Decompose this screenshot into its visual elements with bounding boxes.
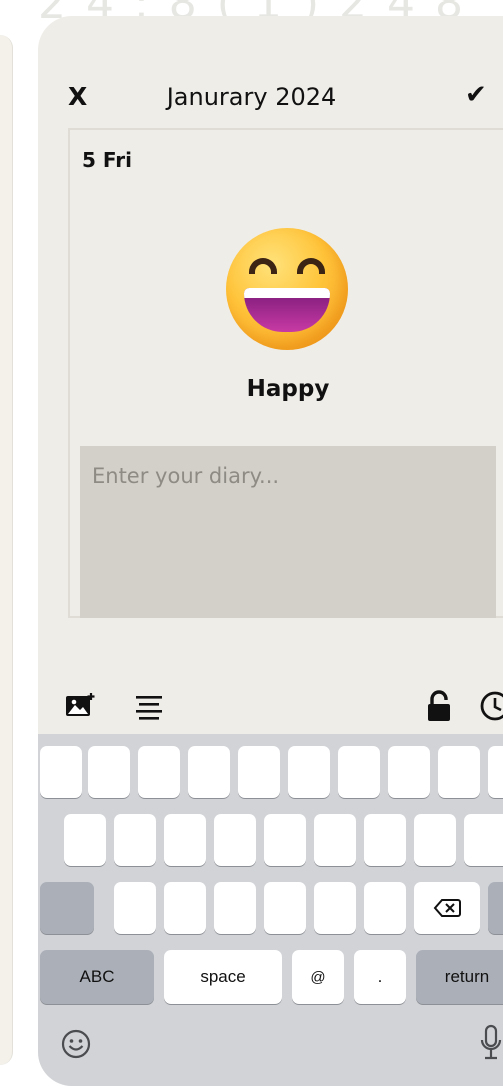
diary-editor-screen: X Janurary 2024 ✔ 5 Fri Happy Enter your… — [38, 16, 503, 1086]
entry-date: 5 Fri — [82, 148, 132, 172]
microphone-icon[interactable] — [478, 1024, 503, 1062]
month-title: Janurary 2024 — [166, 83, 337, 111]
keyboard-key[interactable] — [114, 814, 156, 866]
editor-toolbar — [38, 678, 503, 734]
clock-icon[interactable] — [478, 690, 503, 722]
period-key[interactable]: . — [354, 950, 406, 1004]
space-key-label: space — [200, 967, 246, 986]
keyboard-key[interactable] — [464, 814, 503, 866]
keyboard-key[interactable] — [164, 882, 206, 934]
keyboard-key[interactable] — [438, 746, 480, 798]
keyboard-key[interactable] — [414, 814, 456, 866]
keyboard-key[interactable] — [364, 882, 406, 934]
return-key-label: return — [444, 967, 490, 986]
keyboard-key[interactable] — [314, 814, 356, 866]
keyboard-key[interactable] — [338, 746, 380, 798]
add-photo-icon[interactable] — [64, 692, 96, 720]
confirm-button[interactable]: ✔ — [465, 80, 487, 110]
keyboard-key[interactable] — [88, 746, 130, 798]
text-align-icon[interactable] — [134, 694, 164, 720]
keyboard-key[interactable] — [40, 746, 82, 798]
diary-entry-card: 5 Fri Happy — [68, 128, 503, 618]
keyboard-key[interactable] — [164, 814, 206, 866]
keyboard-key[interactable] — [488, 746, 503, 798]
keyboard-key[interactable] — [364, 814, 406, 866]
emoji-keyboard-icon[interactable] — [60, 1028, 92, 1060]
mood-label: Happy — [246, 376, 330, 402]
keyboard-key[interactable] — [264, 882, 306, 934]
abc-key[interactable]: ABC — [40, 950, 154, 1004]
backspace-icon — [433, 899, 461, 917]
return-key[interactable]: return — [416, 950, 503, 1004]
keyboard-key[interactable] — [188, 746, 230, 798]
emoji-right-eye — [297, 258, 325, 274]
keyboard-key[interactable] — [138, 746, 180, 798]
keyboard-key[interactable] — [64, 814, 106, 866]
keyboard-key[interactable] — [238, 746, 280, 798]
period-key-label: . — [377, 967, 383, 986]
diary-text-input[interactable] — [80, 446, 496, 618]
emoji-teeth — [244, 288, 330, 298]
keyboard-key[interactable] — [214, 814, 256, 866]
at-key-label: @ — [310, 968, 326, 986]
emoji-left-eye — [249, 258, 277, 274]
keyboard-key[interactable] — [388, 746, 430, 798]
on-screen-keyboard: ABC space @ . return — [38, 734, 503, 1086]
shift-key[interactable] — [40, 882, 94, 934]
keyboard-key[interactable] — [488, 882, 503, 934]
at-key[interactable]: @ — [292, 950, 344, 1004]
keyboard-key[interactable] — [264, 814, 306, 866]
happy-emoji-icon[interactable] — [226, 228, 348, 350]
previous-screen-edge — [0, 35, 13, 1065]
backspace-key[interactable] — [414, 882, 480, 934]
keyboard-key[interactable] — [314, 882, 356, 934]
abc-key-label: ABC — [79, 967, 115, 986]
keyboard-key[interactable] — [214, 882, 256, 934]
space-key[interactable]: space — [164, 950, 282, 1004]
keyboard-key[interactable] — [114, 882, 156, 934]
emoji-mouth — [244, 288, 330, 332]
lock-icon[interactable] — [426, 690, 452, 722]
keyboard-key[interactable] — [288, 746, 330, 798]
